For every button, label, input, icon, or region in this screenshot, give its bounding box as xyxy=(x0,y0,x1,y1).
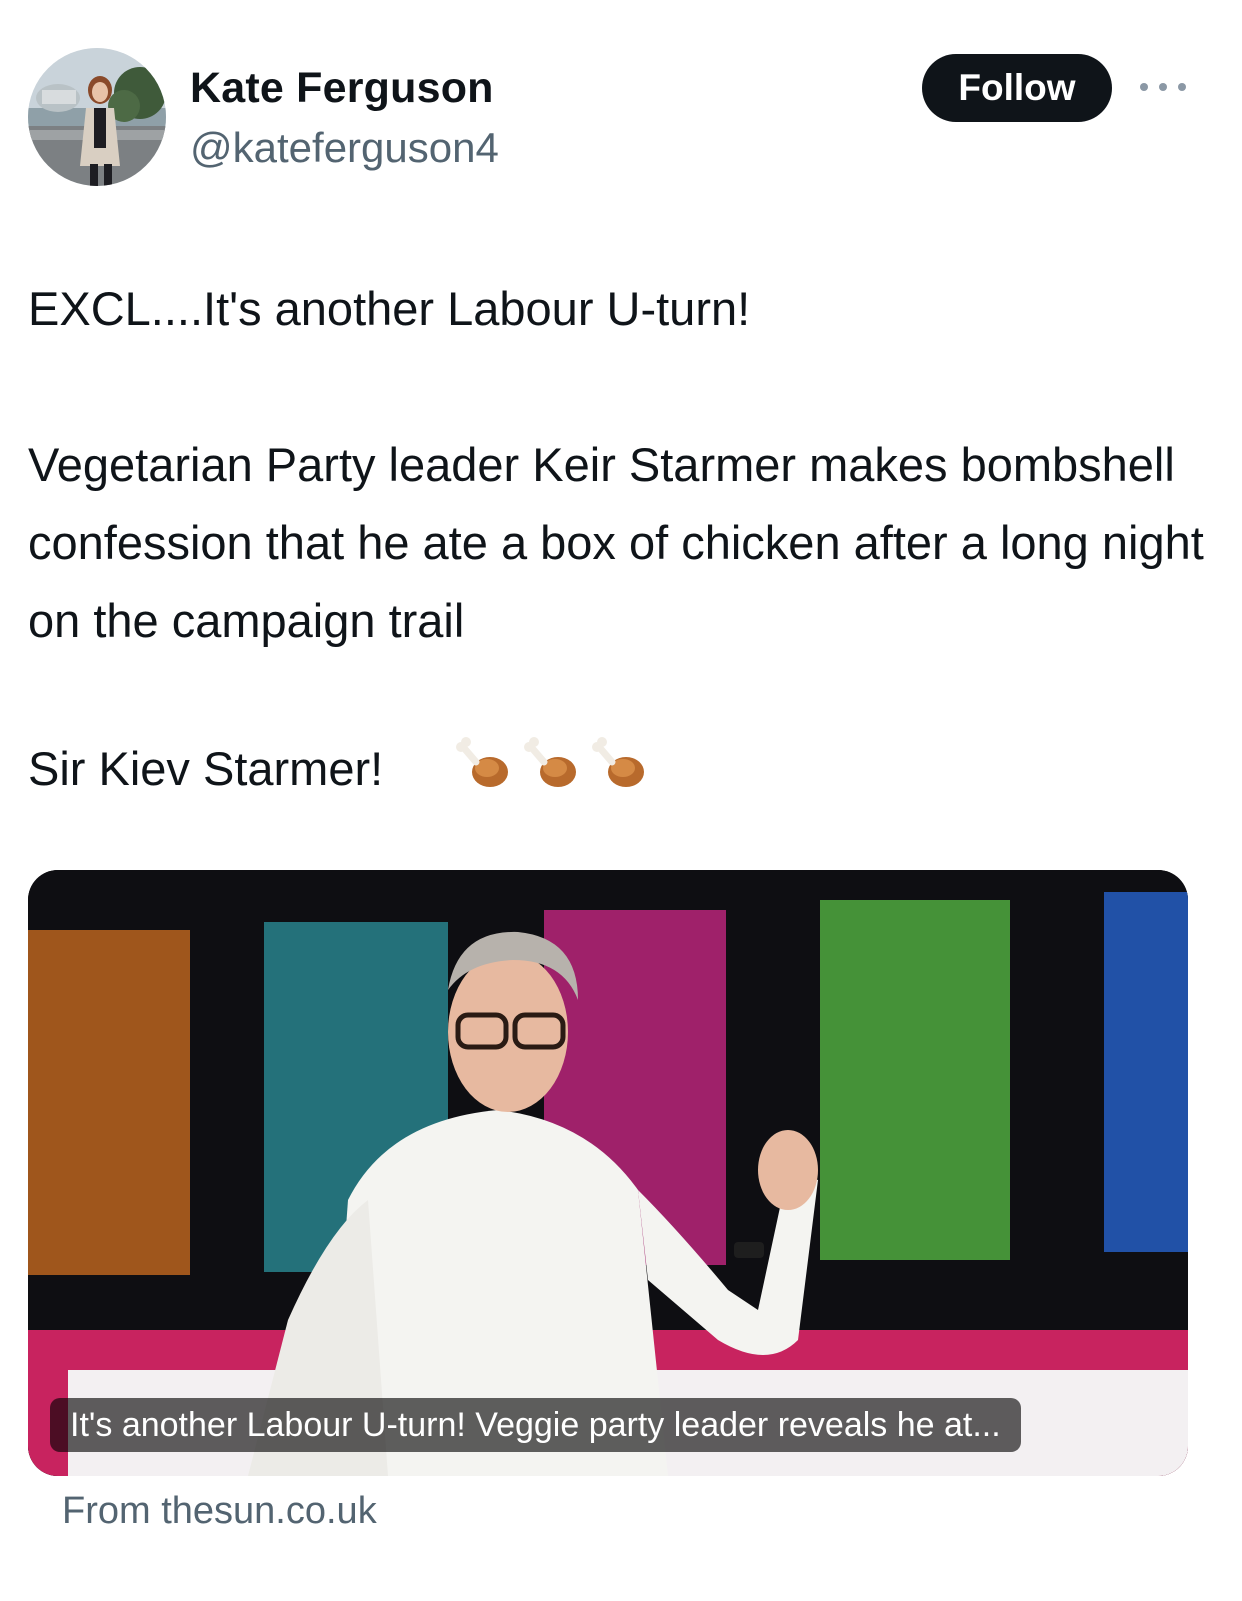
more-dot xyxy=(1178,83,1186,91)
tweet-text: EXCL....It's another Labour U-turn! Vege… xyxy=(28,282,1204,647)
tweet-header: Kate Ferguson @kateferguson4 Follow xyxy=(28,48,1214,188)
author-name[interactable]: Kate Ferguson xyxy=(190,64,494,113)
more-dot xyxy=(1159,83,1167,91)
follow-button[interactable]: Follow xyxy=(922,54,1112,122)
poultry-leg-icon xyxy=(456,737,508,787)
tweet-closing-line: Sir Kiev Starmer! xyxy=(28,742,384,795)
poultry-leg-icon xyxy=(592,737,644,787)
link-card-caption: It's another Labour U-turn! Veggie party… xyxy=(50,1398,1021,1452)
author-handle[interactable]: @kateferguson4 xyxy=(190,124,499,172)
poultry-leg-icon xyxy=(524,737,576,787)
avatar[interactable] xyxy=(28,48,166,186)
more-dot xyxy=(1140,83,1148,91)
emoji-row xyxy=(452,730,652,794)
link-preview-card[interactable]: It's another Labour U-turn! Veggie party… xyxy=(28,870,1188,1476)
more-horizontal-icon[interactable] xyxy=(1140,72,1186,102)
article-image xyxy=(28,870,1188,1476)
link-source[interactable]: From thesun.co.uk xyxy=(62,1490,377,1533)
